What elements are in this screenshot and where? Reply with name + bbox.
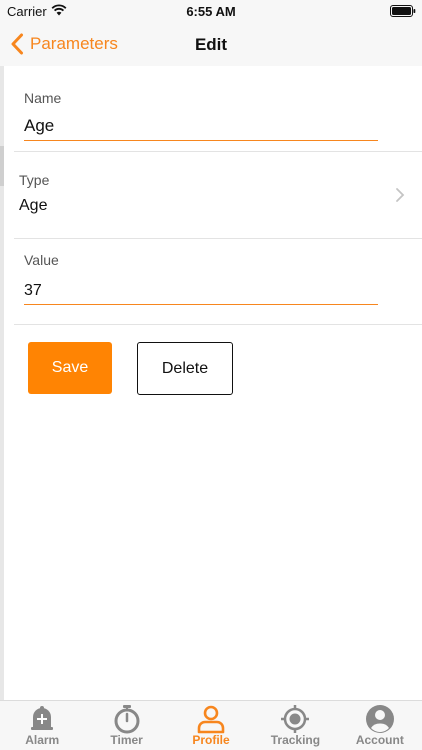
- target-icon: [281, 705, 310, 733]
- stopwatch-icon: [114, 705, 140, 734]
- tab-label: Account: [355, 733, 404, 747]
- tab-profile[interactable]: Profile: [169, 701, 253, 750]
- page-title: Edit: [194, 35, 228, 54]
- type-selector-row[interactable]: Type Age: [4, 152, 422, 238]
- tab-label: Timer: [110, 733, 143, 747]
- name-input[interactable]: [24, 112, 378, 141]
- tab-label: Tracking: [270, 733, 321, 747]
- type-field-label: Type: [19, 172, 50, 188]
- delete-button[interactable]: Delete: [137, 342, 233, 395]
- separator: [14, 324, 422, 325]
- tab-label: Profile: [192, 733, 230, 747]
- name-field-label: Name: [24, 90, 62, 106]
- edit-parameter-screen: Carrier 6:55 AM Parameters Edit Name Typ: [0, 0, 422, 750]
- chevron-right-icon: [396, 188, 405, 202]
- tab-tracking[interactable]: Tracking: [253, 701, 337, 750]
- value-input[interactable]: [24, 278, 378, 305]
- tab-alarm[interactable]: Alarm: [0, 701, 84, 750]
- type-value: Age: [19, 197, 48, 214]
- profile-icon: [197, 705, 225, 734]
- status-time: 6:55 AM: [186, 4, 236, 19]
- account-icon: [365, 705, 394, 733]
- tab-account[interactable]: Account: [338, 701, 422, 750]
- save-button[interactable]: Save: [28, 342, 112, 394]
- tab-timer[interactable]: Timer: [84, 701, 168, 750]
- navigation-bar: Parameters Edit: [0, 22, 422, 66]
- tab-label: Alarm: [25, 733, 60, 747]
- alarm-bell-icon: [31, 706, 54, 730]
- tab-bar: Alarm Timer Profile Tracking Account: [0, 700, 422, 750]
- separator: [14, 238, 422, 239]
- battery-icon: [390, 5, 416, 17]
- status-bar: Carrier 6:55 AM: [0, 0, 422, 22]
- value-field-label: Value: [24, 252, 59, 268]
